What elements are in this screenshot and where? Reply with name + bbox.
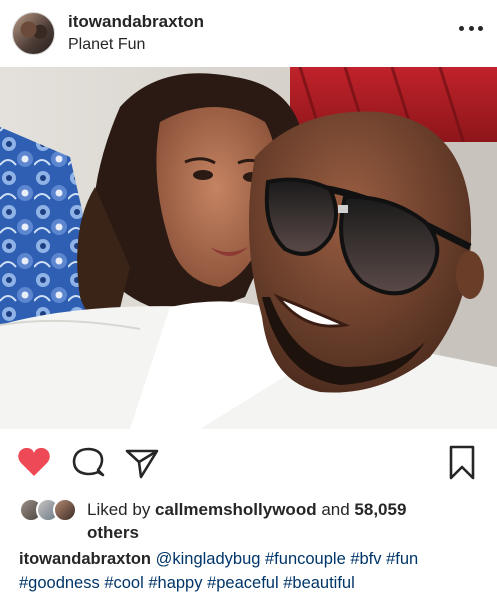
send-icon[interactable]: [122, 442, 162, 482]
post-location[interactable]: Planet Fun: [68, 36, 145, 54]
post-caption: itowandabraxton @kingladybug #funcouple …: [19, 547, 489, 595]
dot: [478, 25, 483, 31]
liked-by-and: and: [316, 500, 355, 519]
likes-others[interactable]: others: [87, 523, 139, 542]
heart-filled-icon[interactable]: [14, 442, 54, 482]
selfie-photo: [0, 67, 497, 429]
more-options-icon[interactable]: [459, 22, 483, 34]
caption-username[interactable]: itowandabraxton: [19, 550, 151, 568]
liked-by-text[interactable]: Liked by callmemshollywood and 58,059 oth…: [87, 498, 487, 544]
liker-avatar: [53, 498, 77, 522]
comment-icon[interactable]: [68, 442, 108, 482]
post-header: itowandabraxton Planet Fun: [0, 0, 497, 66]
dot: [468, 25, 474, 31]
likes-section: Liked by callmemshollywood and 58,059 oth…: [0, 492, 497, 542]
liked-by-prefix: Liked by: [87, 500, 156, 519]
post-photo[interactable]: [0, 67, 497, 429]
liked-by-user[interactable]: callmemshollywood: [155, 500, 317, 519]
dot: [459, 25, 464, 31]
likes-count[interactable]: 58,059: [354, 500, 406, 519]
liker-avatars: [19, 498, 81, 522]
action-bar: [0, 438, 497, 484]
post-username[interactable]: itowandabraxton: [68, 12, 204, 32]
user-avatar[interactable]: [12, 12, 55, 55]
bookmark-icon[interactable]: [442, 442, 482, 482]
